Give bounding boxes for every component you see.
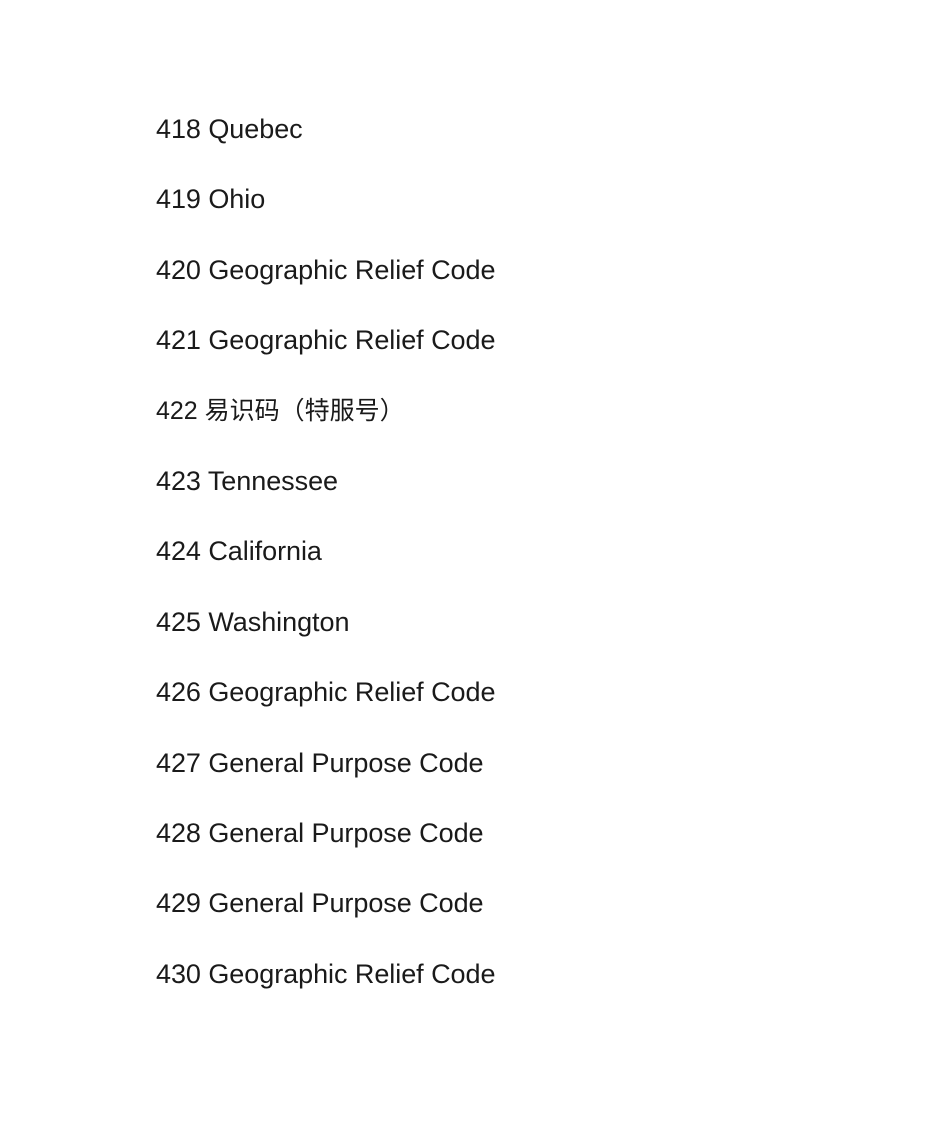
list-item: 418 Quebec <box>156 114 303 144</box>
list-item: 423 Tennessee <box>156 466 339 497</box>
list-item: 429 General Purpose Code <box>156 888 484 919</box>
list-item: 427 General Purpose Code <box>156 747 484 778</box>
list-item: 430 Geographic Relief Code <box>156 958 496 989</box>
list-item: 424 California <box>156 536 322 567</box>
list-item: 421 Geographic Relief Code <box>156 325 496 356</box>
list-item: 428 General Purpose Code <box>156 818 484 849</box>
document-page: 418 Quebec 419 Ohio 420 Geographic Relie… <box>0 0 945 1123</box>
list-item: 426 Geographic Relief Code <box>156 677 496 708</box>
list-item: 425 Washington <box>156 606 350 637</box>
entry-list: 418 Quebec 419 Ohio 420 Geographic Relie… <box>156 94 856 1009</box>
list-item: 420 Geographic Relief Code <box>156 254 496 285</box>
list-item: 422 易识码（特服号） <box>156 396 405 425</box>
list-item: 419 Ohio <box>156 184 266 215</box>
